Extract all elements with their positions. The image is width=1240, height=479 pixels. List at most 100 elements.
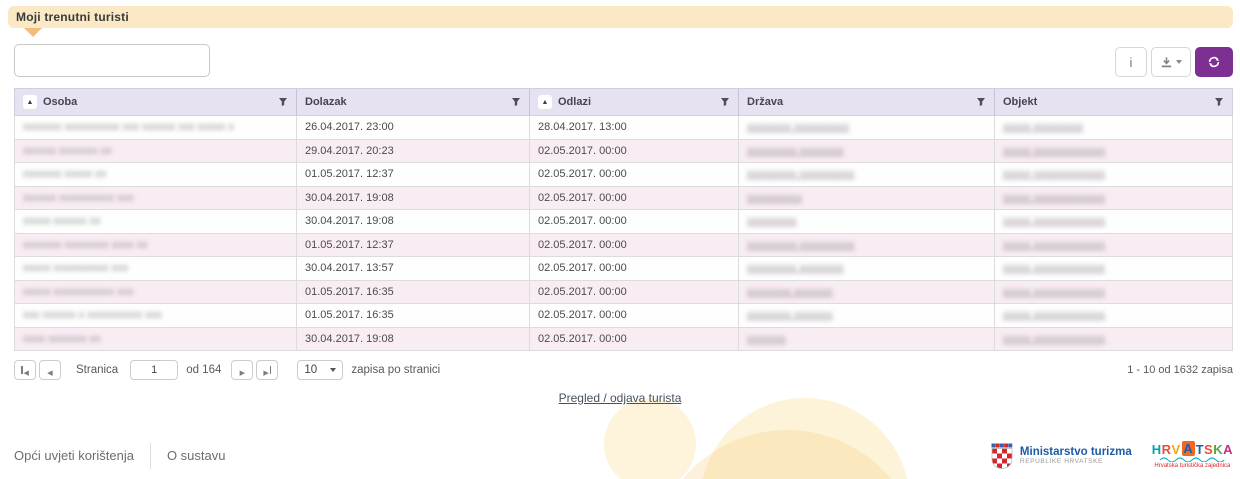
page-size-label: zapisa po stranici — [351, 364, 440, 376]
table-row[interactable]: xxxxxxx xxxxxxxx xxxx xx 01.05.2017. 12:… — [15, 234, 1232, 258]
departure-datetime: 02.05.2017. 00:00 — [529, 210, 738, 233]
object-link-redacted[interactable]: xxxxx xxxxxxxxxxxxx — [1003, 309, 1105, 321]
country-redacted: xxxxxxxx xxxxxxx — [747, 309, 833, 321]
column-header-odlazi[interactable]: Odlazi — [529, 89, 738, 115]
object-link-redacted[interactable]: xxxxx xxxxxxxxxxxxx — [1003, 145, 1105, 157]
table-row[interactable]: xxxxxxx xxxxxxxxxx xxx xxxxxx xxx xxxxx … — [15, 116, 1232, 140]
title-pointer — [24, 28, 42, 37]
info-icon: i — [1130, 55, 1133, 70]
column-header-dolazak[interactable]: Dolazak — [296, 89, 529, 115]
departure-datetime: 02.05.2017. 00:00 — [529, 304, 738, 327]
object-link-redacted[interactable]: xxxxx xxxxxxxxxxxxx — [1003, 239, 1105, 251]
object-link-redacted[interactable]: xxxxx xxxxxxxxxxxxx — [1003, 262, 1105, 274]
filter-icon[interactable] — [1214, 97, 1224, 107]
country-redacted: xxxxxxxxx xxxxxxxxxx — [747, 239, 855, 251]
table-row[interactable]: xxxxx xxxxxxxxxxx xxx 01.05.2017. 16:35 … — [15, 281, 1232, 305]
refresh-button[interactable] — [1195, 47, 1233, 77]
next-page-button[interactable] — [231, 360, 253, 380]
departure-datetime: 02.05.2017. 00:00 — [529, 163, 738, 186]
filter-icon[interactable] — [976, 97, 986, 107]
records-range-label: 1 - 10 od 1632 zapisa — [1127, 364, 1233, 376]
prev-page-icon — [47, 363, 52, 378]
hrvatska-wordmark: HRVATSKA — [1152, 442, 1233, 457]
info-button[interactable]: i — [1115, 47, 1147, 77]
footer-divider — [150, 443, 151, 469]
footer-logos: Ministarstvo turizma REPUBLIKE HRVATSKE … — [991, 442, 1233, 469]
export-button[interactable] — [1151, 47, 1191, 77]
country-redacted: xxxxxxxx xxxxxxxxxx — [747, 121, 849, 133]
tourist-name-redacted[interactable]: xxxxxxx xxxxxxxx xxxx xx — [23, 239, 148, 251]
pregled-odjava-link[interactable]: Pregled / odjava turista — [559, 391, 682, 405]
last-page-button[interactable] — [256, 360, 278, 380]
htz-subtitle: Hrvatska turistička zajednica — [1154, 463, 1230, 469]
ministry-name: Ministarstvo turizma — [1020, 446, 1132, 459]
page-size-value: 10 — [304, 364, 317, 376]
table-row[interactable]: xxxxx xxxxxxxxxx xxx 30.04.2017. 13:57 0… — [15, 257, 1232, 281]
page-number-input[interactable] — [130, 360, 178, 380]
chevron-down-icon — [330, 368, 336, 372]
arrival-datetime: 26.04.2017. 23:00 — [296, 116, 529, 139]
toolbar: i — [1115, 47, 1233, 77]
column-label: Dolazak — [305, 96, 347, 108]
arrival-datetime: 01.05.2017. 12:37 — [296, 163, 529, 186]
country-redacted: xxxxxxxxx xxxxxxxx — [747, 145, 844, 157]
table-row[interactable]: xxx xxxxxx x xxxxxxxxxx xxx 01.05.2017. … — [15, 304, 1232, 328]
chevron-down-icon — [1176, 60, 1182, 64]
departure-datetime: 02.05.2017. 00:00 — [529, 281, 738, 304]
first-page-button[interactable] — [14, 360, 36, 380]
prev-page-button[interactable] — [39, 360, 61, 380]
country-redacted: xxxxxxxx xxxxxxx — [747, 286, 833, 298]
arrival-datetime: 30.04.2017. 19:08 — [296, 328, 529, 351]
tourist-name-redacted[interactable]: xxxxx xxxxxxxxxxx xxx — [23, 286, 134, 298]
departure-datetime: 02.05.2017. 00:00 — [529, 328, 738, 351]
wave-icon — [1159, 457, 1225, 462]
column-header-objekt[interactable]: Objekt — [994, 89, 1232, 115]
object-link-redacted[interactable]: xxxxx xxxxxxxxxxxxx — [1003, 215, 1105, 227]
quick-link-wrap: Pregled / odjava turista — [0, 389, 1240, 407]
refresh-icon — [1207, 55, 1221, 69]
filter-icon[interactable] — [720, 97, 730, 107]
first-page-icon — [24, 363, 29, 378]
tourist-name-redacted[interactable]: xxxxxxx xxxxxxxxxx xxx xxxxxx xxx xxxxx … — [23, 121, 234, 133]
table-header-row: Osoba Dolazak Odlazi Država — [14, 88, 1233, 116]
filter-icon[interactable] — [511, 97, 521, 107]
about-link[interactable]: O sustavu — [167, 448, 226, 463]
departure-datetime: 28.04.2017. 13:00 — [529, 116, 738, 139]
departure-datetime: 02.05.2017. 00:00 — [529, 257, 738, 280]
ministry-subtitle: REPUBLIKE HRVATSKE — [1020, 458, 1132, 465]
pages-total-label: od 164 — [186, 364, 221, 376]
column-label: Država — [747, 96, 783, 108]
filter-icon[interactable] — [278, 97, 288, 107]
last-page-icon — [263, 363, 268, 378]
ministry-logo: Ministarstvo turizma REPUBLIKE HRVATSKE — [991, 443, 1132, 469]
column-header-osoba[interactable]: Osoba — [15, 89, 296, 115]
tourists-table: Osoba Dolazak Odlazi Država — [14, 88, 1233, 351]
page-size-select[interactable]: 10 — [297, 360, 343, 380]
country-redacted: xxxxxxx — [747, 333, 786, 345]
table-row[interactable]: xxxx xxxxxxx xx 30.04.2017. 19:08 02.05.… — [15, 328, 1232, 352]
object-link-redacted[interactable]: xxxxx xxxxxxxxxxxxx — [1003, 192, 1105, 204]
arrival-datetime: 29.04.2017. 20:23 — [296, 140, 529, 163]
tourist-name-redacted[interactable]: xxx xxxxxx x xxxxxxxxxx xxx — [23, 309, 162, 321]
next-page-icon — [240, 363, 245, 378]
tourist-name-redacted[interactable]: xxxxx xxxxxxxxxx xxx — [23, 262, 128, 274]
terms-link[interactable]: Opći uvjeti korištenja — [14, 448, 134, 463]
object-link-redacted[interactable]: xxxxx xxxxxxxxxxxxx — [1003, 286, 1105, 298]
table-body: xxxxxxx xxxxxxxxxx xxx xxxxxx xxx xxxxx … — [14, 116, 1233, 351]
table-row[interactable]: xxxxxxx xxxxx xx 01.05.2017. 12:37 02.05… — [15, 163, 1232, 187]
tourist-name-redacted[interactable]: xxxx xxxxxxx xx — [23, 333, 101, 345]
object-link-redacted[interactable]: xxxxx xxxxxxxxxxxxx — [1003, 168, 1105, 180]
tourist-name-redacted[interactable]: xxxxx xxxxxx xx — [23, 215, 101, 227]
table-row[interactable]: xxxxxx xxxxxxx xx 29.04.2017. 20:23 02.0… — [15, 140, 1232, 164]
tourist-name-redacted[interactable]: xxxxxx xxxxxxx xx — [23, 145, 112, 157]
object-link-redacted[interactable]: xxxxx xxxxxxxxxxxxx — [1003, 333, 1105, 345]
table-row[interactable]: xxxxx xxxxxx xx 30.04.2017. 19:08 02.05.… — [15, 210, 1232, 234]
croatia-tourist-board-logo: HRVATSKA Hrvatska turistička zajednica — [1152, 442, 1233, 469]
tourist-name-redacted[interactable]: xxxxxx xxxxxxxxxx xxx — [23, 192, 134, 204]
arrival-datetime: 30.04.2017. 13:57 — [296, 257, 529, 280]
table-row[interactable]: xxxxxx xxxxxxxxxx xxx 30.04.2017. 19:08 … — [15, 187, 1232, 211]
object-link-redacted[interactable]: xxxxx xxxxxxxxx — [1003, 121, 1083, 133]
search-input[interactable] — [14, 44, 210, 77]
column-header-drzava[interactable]: Država — [738, 89, 994, 115]
tourist-name-redacted[interactable]: xxxxxxx xxxxx xx — [23, 168, 106, 180]
